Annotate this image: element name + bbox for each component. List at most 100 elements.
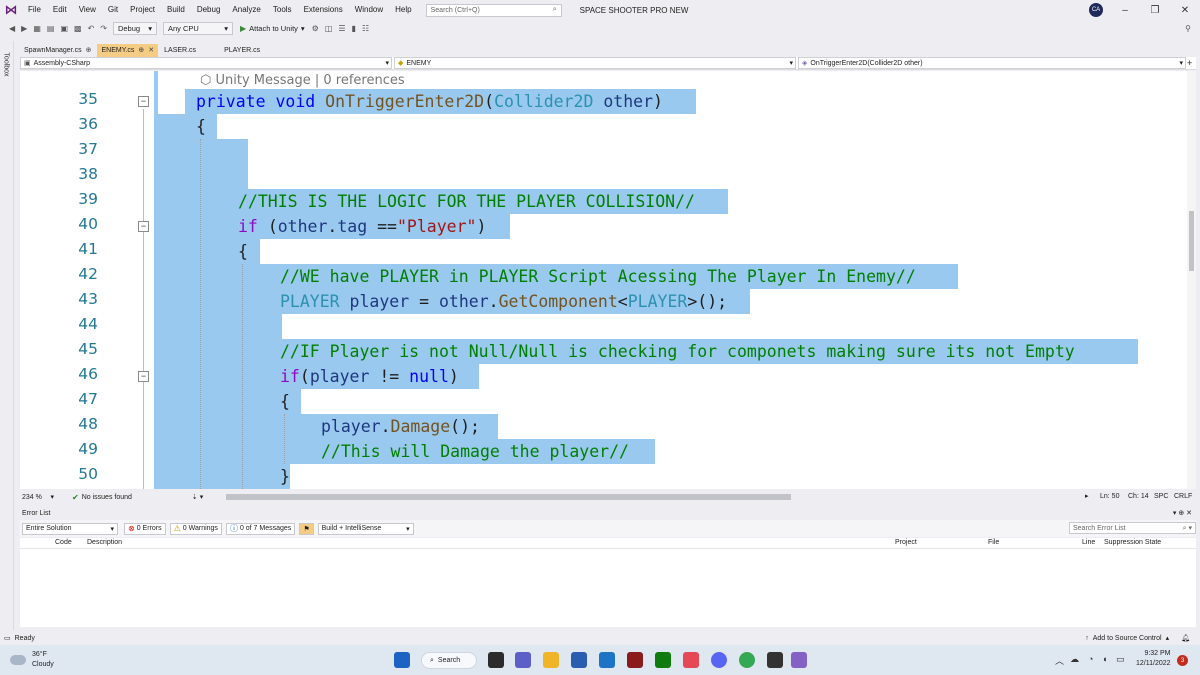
- column-header-description[interactable]: Description: [87, 539, 122, 546]
- column-indicator[interactable]: Ch: 14: [1128, 491, 1149, 503]
- menu-edit[interactable]: Edit: [47, 0, 73, 20]
- system-clock[interactable]: 9:32 PM 12/11/2022: [1136, 649, 1171, 669]
- filter-toggle-button[interactable]: ⚑: [299, 522, 314, 535]
- tab-player[interactable]: PLAYER.cs: [220, 44, 264, 57]
- column-header-line[interactable]: Line: [1082, 539, 1095, 546]
- tab-laser[interactable]: LASER.cs: [160, 44, 200, 57]
- store-icon[interactable]: [571, 652, 587, 668]
- code-editor[interactable]: ⬡ Unity Message | 0 references 35 36 37 …: [20, 71, 1187, 489]
- file-explorer-icon[interactable]: [543, 652, 559, 668]
- split-add-icon[interactable]: +: [1187, 57, 1192, 69]
- restore-icon[interactable]: ❐: [1140, 0, 1170, 20]
- battery-icon[interactable]: ▭: [1116, 654, 1125, 665]
- volume-icon[interactable]: ◖: [1102, 654, 1107, 664]
- hot-reload-icon[interactable]: ⚙: [309, 24, 322, 33]
- tab-enemy[interactable]: ENEMY.cs ⊕ ✕: [97, 44, 159, 57]
- attach-to-unity-button[interactable]: ▶ Attach to Unity ▾: [240, 24, 305, 33]
- warnings-filter-button[interactable]: ⚠ 0 Warnings: [169, 522, 222, 535]
- unity-hub-icon[interactable]: [767, 652, 783, 668]
- teams-icon[interactable]: [515, 652, 531, 668]
- zoom-select[interactable]: 234 % ▾: [20, 492, 56, 502]
- notifications-icon[interactable]: 🔔︎: [1181, 634, 1190, 642]
- vertical-scrollbar[interactable]: [1187, 71, 1196, 489]
- xbox-icon[interactable]: [655, 652, 671, 668]
- redo-icon[interactable]: ↷: [97, 24, 110, 33]
- scope-select[interactable]: Entire Solution ▾: [22, 522, 118, 535]
- code-line[interactable]: PLAYER player = other.GetComponent<PLAYE…: [280, 289, 727, 314]
- open-icon[interactable]: ▤: [44, 24, 58, 33]
- save-all-icon[interactable]: ▩: [71, 24, 85, 33]
- search-input[interactable]: Search (Ctrl+Q) ⌕: [425, 3, 562, 17]
- chrome-icon[interactable]: [739, 652, 755, 668]
- scrollbar-thumb[interactable]: [1189, 211, 1194, 271]
- panel-options-icon[interactable]: ▾ ⊕ ✕: [1173, 509, 1192, 517]
- code-line[interactable]: //WE have PLAYER in PLAYER Script Acessi…: [280, 264, 916, 289]
- taskbar-search-button[interactable]: ⌕ Search: [421, 652, 477, 669]
- breakpoint-icon[interactable]: ◫: [322, 24, 336, 33]
- back-icon[interactable]: ◀: [6, 24, 18, 33]
- mail-icon[interactable]: [599, 652, 615, 668]
- menu-extensions[interactable]: Extensions: [298, 0, 349, 20]
- code-line[interactable]: player.Damage();: [321, 414, 480, 439]
- forward-icon[interactable]: ▶: [18, 24, 30, 33]
- column-header-file[interactable]: File: [988, 539, 999, 546]
- menu-tools[interactable]: Tools: [267, 0, 298, 20]
- collapse-icon[interactable]: −: [138, 371, 149, 382]
- build-filter-select[interactable]: Build + IntelliSense ▾: [317, 522, 414, 535]
- code-line[interactable]: private void OnTriggerEnter2D(Collider2D…: [196, 89, 663, 114]
- code-line[interactable]: if (other.tag =="Player"): [238, 214, 486, 239]
- configuration-select[interactable]: Debug ▾: [112, 22, 157, 35]
- avatar[interactable]: CA: [1089, 3, 1103, 17]
- menu-file[interactable]: File: [22, 0, 47, 20]
- class-select[interactable]: ◆ ENEMY ▾: [394, 57, 796, 69]
- error-list-search-input[interactable]: Search Error List ⌕ ▾: [1069, 522, 1196, 534]
- horizontal-scrollbar[interactable]: [226, 494, 791, 500]
- project-select[interactable]: ▣ Assembly-CSharp ▾: [20, 57, 392, 69]
- format-icon[interactable]: ☰: [335, 24, 348, 33]
- notification-badge[interactable]: 3: [1177, 655, 1188, 666]
- minimize-icon[interactable]: –: [1110, 0, 1140, 20]
- task-view-icon[interactable]: [488, 652, 504, 668]
- tab-spawnmanager[interactable]: SpawnManager.cs ⊕: [20, 44, 95, 57]
- errors-filter-button[interactable]: ⊗ 0 Errors: [124, 522, 166, 535]
- collapse-icon[interactable]: −: [138, 96, 149, 107]
- photos-icon[interactable]: [683, 652, 699, 668]
- game-app-icon[interactable]: [627, 652, 643, 668]
- code-line[interactable]: //This will Damage the player//: [321, 439, 629, 464]
- pin-icon[interactable]: ⊕: [86, 44, 92, 57]
- close-tab-icon[interactable]: ✕: [148, 44, 154, 57]
- save-icon[interactable]: ▣: [57, 24, 71, 33]
- column-header-code[interactable]: Code: [55, 539, 72, 546]
- spacing-indicator[interactable]: SPC: [1154, 491, 1168, 503]
- toolbox-strip[interactable]: Toolbox: [0, 41, 14, 630]
- weather-widget[interactable]: 36°F Cloudy: [10, 650, 54, 670]
- member-select[interactable]: ◈ OnTriggerEnter2D(Collider2D other) ▾: [798, 57, 1186, 69]
- close-icon[interactable]: ✕: [1170, 0, 1200, 20]
- code-line[interactable]: //IF Player is not Null/Null is checking…: [280, 339, 1075, 364]
- source-control-button[interactable]: Add to Source Control: [1093, 635, 1162, 642]
- network-icon[interactable]: ☁: [1070, 654, 1079, 665]
- new-item-icon[interactable]: ▦: [30, 24, 44, 33]
- column-header-suppression-state[interactable]: Suppression State: [1104, 539, 1161, 546]
- wifi-icon[interactable]: ◔: [1088, 654, 1093, 664]
- scroll-right-icon[interactable]: ▸: [1085, 491, 1089, 503]
- menu-window[interactable]: Window: [349, 0, 389, 20]
- comment-icon[interactable]: ☷: [359, 24, 372, 33]
- collapse-icon[interactable]: −: [138, 221, 149, 232]
- code-line[interactable]: if(player != null): [280, 364, 459, 389]
- code-line[interactable]: }: [280, 464, 290, 489]
- code-line[interactable]: //THIS IS THE LOGIC FOR THE PLAYER COLLI…: [238, 189, 695, 214]
- messages-filter-button[interactable]: ⓘ 0 of 7 Messages: [225, 522, 296, 535]
- column-header-project[interactable]: Project: [895, 539, 917, 546]
- code-line[interactable]: {: [280, 389, 290, 414]
- code-line[interactable]: {: [238, 239, 248, 264]
- feedback-icon[interactable]: ⚲: [1182, 24, 1194, 33]
- bookmark-icon[interactable]: ▮: [349, 24, 359, 33]
- undo-icon[interactable]: ↶: [85, 24, 98, 33]
- codelens-annotation[interactable]: ⬡ Unity Message | 0 references: [200, 73, 405, 88]
- menu-analyze[interactable]: Analyze: [226, 0, 266, 20]
- menu-view[interactable]: View: [73, 0, 102, 20]
- pin-icon[interactable]: ⊕: [138, 44, 144, 57]
- code-line[interactable]: {: [196, 114, 206, 139]
- menu-help[interactable]: Help: [389, 0, 417, 20]
